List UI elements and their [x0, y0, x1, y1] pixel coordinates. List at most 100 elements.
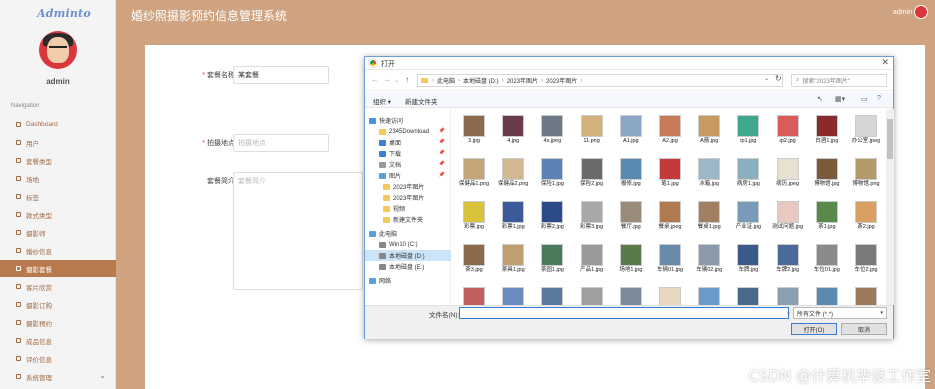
- forward-icon[interactable]: →: [383, 75, 391, 84]
- sidebar-item-13[interactable]: 评价信息: [0, 350, 116, 367]
- preview-pane-icon[interactable]: ▭: [861, 95, 868, 103]
- organize-button[interactable]: 组织 ▾: [373, 96, 391, 106]
- file-item[interactable]: 彩票2.jpg: [533, 201, 571, 245]
- file-item[interactable]: 餐厅.jpg: [612, 201, 650, 245]
- sidebar-item-10[interactable]: 摄影订购: [0, 296, 116, 313]
- open-button[interactable]: 打开(O): [791, 323, 837, 335]
- file-item[interactable]: 餐桌1.jpg: [690, 201, 728, 245]
- file-item[interactable]: A2.jpg: [651, 115, 689, 159]
- search-input[interactable]: ⌕ 搜索"2023年图片": [791, 74, 887, 87]
- close-icon[interactable]: ✕: [881, 57, 889, 68]
- file-type-select[interactable]: 所有文件 (*.*) ▾: [793, 307, 887, 319]
- file-item[interactable]: 茶园1.jpg: [533, 244, 571, 288]
- tree-item[interactable]: 视频: [365, 203, 451, 214]
- package-name-input[interactable]: [233, 66, 329, 84]
- sidebar-item-7[interactable]: 婚纱信息: [0, 242, 116, 259]
- file-item[interactable]: 白酒1.jpg: [808, 115, 846, 159]
- file-item[interactable]: 办公室.jpeg: [847, 115, 885, 159]
- tree-item[interactable]: 文档 📌: [365, 159, 451, 170]
- file-item[interactable]: 博物馆.jpg: [808, 158, 846, 202]
- breadcrumb-2[interactable]: 2023年图片: [507, 76, 538, 85]
- sidebar-item-8[interactable]: 摄影套餐: [0, 260, 116, 277]
- topbar-avatar[interactable]: [914, 5, 928, 19]
- file-item[interactable]: [455, 287, 493, 305]
- app-logo[interactable]: Adminto: [37, 7, 91, 20]
- file-item[interactable]: 3.jpg: [455, 115, 493, 159]
- file-item[interactable]: 彩票1.jpg: [494, 201, 532, 245]
- file-item[interactable]: [808, 287, 846, 305]
- file-item[interactable]: 4.jpg: [494, 115, 532, 159]
- help-icon[interactable]: ?: [877, 95, 881, 102]
- file-item[interactable]: 病房1.jpg: [729, 158, 767, 202]
- sidebar-item-12[interactable]: 成品信息: [0, 332, 116, 349]
- tree-item[interactable]: 此电脑: [365, 228, 451, 239]
- file-item[interactable]: 车位2.jpg: [847, 244, 885, 288]
- tree-item[interactable]: 2345Download 📌: [365, 126, 451, 137]
- file-item[interactable]: 车辆02.jpg: [690, 244, 728, 288]
- tree-item[interactable]: Win10 (C:): [365, 239, 451, 250]
- sidebar-item-1[interactable]: 用户: [0, 134, 116, 151]
- file-item[interactable]: [612, 287, 650, 305]
- file-item[interactable]: 保健品2.png: [494, 158, 532, 202]
- file-item[interactable]: 保健品1.png: [455, 158, 493, 202]
- tree-item[interactable]: 图片 📌: [365, 170, 451, 181]
- package-desc-textarea[interactable]: [233, 172, 363, 290]
- view-options-icon[interactable]: ▦▾: [835, 95, 845, 103]
- tree-item[interactable]: 桌面 📌: [365, 137, 451, 148]
- tree-item[interactable]: 2023年图片: [365, 181, 451, 192]
- tree-item[interactable]: 新建文件夹: [365, 214, 451, 225]
- tree-item[interactable]: 本地磁盘 (E:): [365, 261, 451, 272]
- sidebar-item-11[interactable]: 摄影预约: [0, 314, 116, 331]
- topbar-username[interactable]: admin: [893, 9, 912, 16]
- file-item[interactable]: 产业证.jpg: [729, 201, 767, 245]
- tree-item[interactable]: 本地磁盘 (D:): [365, 250, 451, 261]
- file-item[interactable]: 保险1.jpg: [533, 158, 571, 202]
- file-item[interactable]: [729, 287, 767, 305]
- back-icon[interactable]: ←: [371, 75, 379, 84]
- breadcrumb-1[interactable]: 本地磁盘 (D:): [463, 76, 499, 85]
- file-item[interactable]: 场地1.jpg: [612, 244, 650, 288]
- tree-item[interactable]: 2023年图片: [365, 192, 451, 203]
- file-item[interactable]: 餐桌.jpeg: [651, 201, 689, 245]
- file-item[interactable]: 笔1.jpg: [651, 158, 689, 202]
- file-item[interactable]: [494, 287, 532, 305]
- file-item[interactable]: 测试问题.jpg: [769, 201, 807, 245]
- dialog-titlebar[interactable]: 打开 ✕: [365, 57, 893, 70]
- file-item[interactable]: 茶3.jpg: [455, 244, 493, 288]
- breadcrumb-3[interactable]: 2023年图片: [546, 76, 577, 85]
- file-item[interactable]: 茶2.jpg: [847, 201, 885, 245]
- file-item[interactable]: 4s.jpeg: [533, 115, 571, 159]
- sidebar-item-2[interactable]: 套餐类型: [0, 152, 116, 169]
- sidebar-item-4[interactable]: 标签: [0, 188, 116, 205]
- filename-input[interactable]: [459, 307, 789, 319]
- file-item[interactable]: 11.png: [573, 115, 611, 159]
- file-item[interactable]: 保险2.jpg: [573, 158, 611, 202]
- file-item[interactable]: 茶1.jpg: [808, 201, 846, 245]
- cancel-button[interactable]: 取消: [841, 323, 887, 335]
- tree-item[interactable]: 下载 📌: [365, 148, 451, 159]
- file-item[interactable]: 博物馆.png: [847, 158, 885, 202]
- file-item[interactable]: [573, 287, 611, 305]
- tree-item[interactable]: 网络: [365, 275, 451, 286]
- avatar[interactable]: [39, 31, 77, 69]
- address-dropdown-icon[interactable]: ⌄: [764, 75, 769, 82]
- sidebar-item-9[interactable]: 客片欣赏: [0, 278, 116, 295]
- sidebar-item-3[interactable]: 场地: [0, 170, 116, 187]
- shoot-place-input[interactable]: [233, 134, 329, 152]
- file-item[interactable]: A筋.jpg: [690, 115, 728, 159]
- file-item[interactable]: [769, 287, 807, 305]
- file-item[interactable]: ip1.jpg: [729, 115, 767, 159]
- file-item[interactable]: 报修.jpg: [612, 158, 650, 202]
- recent-dropdown-icon[interactable]: ⌄: [394, 77, 399, 84]
- tree-item[interactable]: 快速访问: [365, 115, 451, 126]
- file-item[interactable]: ip2.jpg: [769, 115, 807, 159]
- sidebar-item-5[interactable]: 款式类型: [0, 206, 116, 223]
- file-grid-scrollbar[interactable]: [886, 109, 894, 305]
- file-item[interactable]: 产品1.jpg: [573, 244, 611, 288]
- file-item[interactable]: A1.jpg: [612, 115, 650, 159]
- file-item[interactable]: 车牌.jpg: [729, 244, 767, 288]
- address-bar[interactable]: › 此电脑 › 本地磁盘 (D:) › 2023年图片 › 2023年图片 ›: [417, 74, 783, 87]
- file-item[interactable]: [690, 287, 728, 305]
- filename-dropdown-icon[interactable]: ⌄: [786, 309, 791, 316]
- file-item[interactable]: 彩票.jpg: [455, 201, 493, 245]
